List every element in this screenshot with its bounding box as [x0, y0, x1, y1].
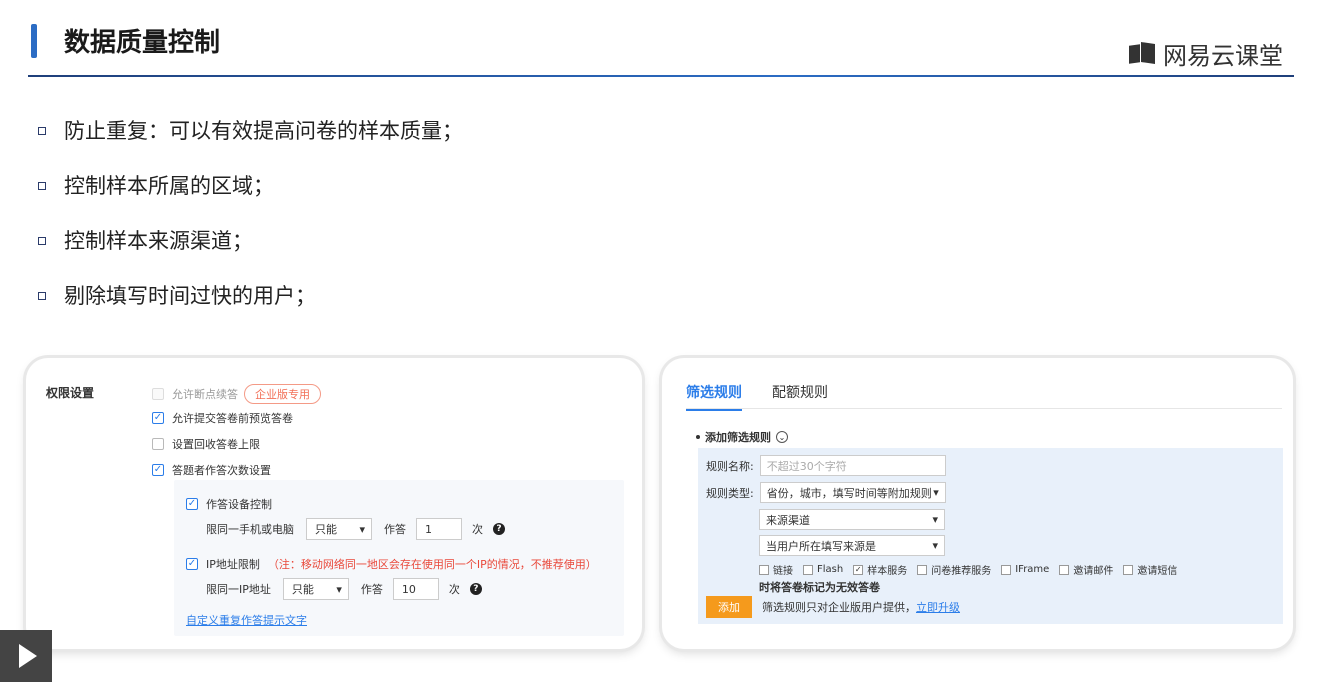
- permission-section-label: 权限设置: [46, 386, 95, 400]
- help-icon[interactable]: ?: [469, 583, 482, 595]
- permission-settings-panel: 权限设置 允许断点续答 企业版专用 ✓ 允许提交答卷前预览答卷 设置回收答卷上限…: [26, 358, 642, 649]
- caret-down-icon: ▾: [932, 513, 938, 526]
- tabs-divider: [686, 408, 1282, 409]
- preview-before-submit-checkbox[interactable]: ✓: [152, 412, 164, 424]
- square-bullet-icon: [38, 127, 46, 135]
- channel-checkbox-row: 链接 Flash ✓ 样本服务 问卷推荐服务 IFrame 邀请邮件 邀请短信: [759, 562, 1187, 577]
- response-limit-checkbox[interactable]: [152, 438, 164, 450]
- square-bullet-icon: [38, 182, 46, 190]
- add-button[interactable]: 添加: [706, 596, 752, 618]
- caret-down-icon: ▾: [336, 582, 342, 596]
- chevron-circle-down-icon: ⌄: [776, 431, 788, 443]
- help-icon[interactable]: ?: [493, 523, 505, 535]
- channel-option-sample[interactable]: ✓ 样本服务: [853, 562, 907, 577]
- condition-select[interactable]: 当用户所在填写来源是 ▾: [759, 535, 945, 556]
- play-button[interactable]: [0, 630, 52, 682]
- brand-logo: 网易云课堂: [1129, 36, 1283, 71]
- ip-count-input[interactable]: 10: [392, 578, 439, 600]
- title-accent-bar: [31, 24, 37, 58]
- answer-count-settings: ✓ 作答设备控制 限同一手机或电脑 只能 ▾ 作答 1 次 ? ✓ IP地址限制 …: [174, 480, 624, 636]
- channel-option-link[interactable]: 链接: [759, 562, 793, 577]
- answer-count-checkbox[interactable]: ✓: [152, 464, 164, 476]
- caret-down-icon: ▾: [932, 539, 938, 552]
- source-channel-select[interactable]: 来源渠道 ▾: [759, 509, 945, 530]
- caret-down-icon: ▾: [933, 486, 939, 499]
- ip-limit-option: ✓ IP地址限制 （注：移动网络同一地区会存在使用同一个IP的情况，不推荐使用）: [186, 558, 597, 571]
- ip-limit-row: 限同一IP地址 只能 ▾ 作答 10 次 ?: [206, 578, 482, 600]
- caret-down-icon: ▾: [359, 522, 365, 536]
- brand-name: 网易云课堂: [1163, 42, 1283, 70]
- rule-type-select[interactable]: 省份，城市，填写时间等附加规则 ▾: [759, 482, 946, 503]
- custom-prompt-row: 自定义重复作答提示文字: [186, 612, 307, 628]
- channel-option-sms[interactable]: 邀请短信: [1123, 562, 1177, 577]
- square-bullet-icon: [38, 237, 46, 245]
- condition-row: 当用户所在填写来源是 ▾: [759, 535, 945, 556]
- ip-warning-note: （注：移动网络同一地区会存在使用同一个IP的情况，不推荐使用）: [267, 558, 597, 571]
- device-limit-select[interactable]: 只能 ▾: [306, 518, 372, 540]
- tab-filter-rules[interactable]: 筛选规则: [686, 382, 742, 411]
- bullet-item: 控制样本来源渠道；: [38, 212, 463, 267]
- rule-tabs: 筛选规则 配额规则: [686, 382, 828, 411]
- bullet-item: 剔除填写时间过快的用户；: [38, 267, 463, 322]
- channel-option-iframe[interactable]: IFrame: [1001, 564, 1049, 575]
- bullet-list: 防止重复：可以有效提高问卷的样本质量； 控制样本所属的区域； 控制样本来源渠道；…: [38, 102, 463, 322]
- dot-icon: [696, 435, 700, 439]
- enterprise-badge: 企业版专用: [244, 384, 321, 404]
- add-filter-rule-toggle[interactable]: 添加筛选规则 ⌄: [696, 429, 788, 445]
- tab-quota-rules[interactable]: 配额规则: [772, 382, 828, 411]
- filter-rule-form: 规则名称: 不超过30个字符 规则类型: 省份，城市，填写时间等附加规则 ▾ 来源…: [698, 448, 1283, 624]
- bullet-item: 控制样本所属的区域；: [38, 157, 463, 212]
- resume-answer-checkbox[interactable]: [152, 388, 164, 400]
- filter-rules-panel: 筛选规则 配额规则 添加筛选规则 ⌄ 规则名称: 不超过30个字符 规则类型: …: [662, 358, 1293, 649]
- ip-limit-checkbox[interactable]: ✓: [186, 558, 198, 570]
- bullet-item: 防止重复：可以有效提高问卷的样本质量；: [38, 102, 463, 157]
- device-limit-row: 限同一手机或电脑 只能 ▾ 作答 1 次 ?: [206, 518, 505, 540]
- book-icon: [1129, 41, 1155, 65]
- device-control-option: ✓ 作答设备控制: [186, 498, 272, 511]
- square-bullet-icon: [38, 292, 46, 300]
- preview-before-submit-option: ✓ 允许提交答卷前预览答卷: [152, 412, 293, 425]
- device-control-checkbox[interactable]: ✓: [186, 498, 198, 510]
- channel-option-flash[interactable]: Flash: [803, 564, 843, 575]
- header-divider: [28, 75, 1294, 77]
- add-rule-row: 添加 筛选规则只对企业版用户提供， 立即升级: [706, 596, 960, 618]
- rule-type-row: 规则类型: 省份，城市，填写时间等附加规则 ▾: [706, 482, 946, 503]
- source-channel-row: 来源渠道 ▾: [759, 509, 945, 530]
- upgrade-link[interactable]: 立即升级: [916, 599, 960, 615]
- page-title: 数据质量控制: [64, 28, 221, 58]
- rule-name-input[interactable]: 不超过30个字符: [759, 455, 946, 476]
- device-count-input[interactable]: 1: [416, 518, 462, 540]
- custom-repeat-prompt-link[interactable]: 自定义重复作答提示文字: [186, 612, 307, 628]
- mark-invalid-text: 时将答卷标记为无效答卷: [759, 581, 880, 594]
- response-limit-option: 设置回收答卷上限: [152, 436, 260, 452]
- rule-name-row: 规则名称: 不超过30个字符: [706, 455, 946, 476]
- play-icon: [19, 644, 37, 668]
- ip-limit-select[interactable]: 只能 ▾: [282, 578, 349, 600]
- channel-option-email[interactable]: 邀请邮件: [1059, 562, 1113, 577]
- answer-count-option: ✓ 答题者作答次数设置: [152, 464, 271, 477]
- resume-answer-option: 允许断点续答 企业版专用: [152, 384, 321, 404]
- channel-option-recommend[interactable]: 问卷推荐服务: [917, 562, 991, 577]
